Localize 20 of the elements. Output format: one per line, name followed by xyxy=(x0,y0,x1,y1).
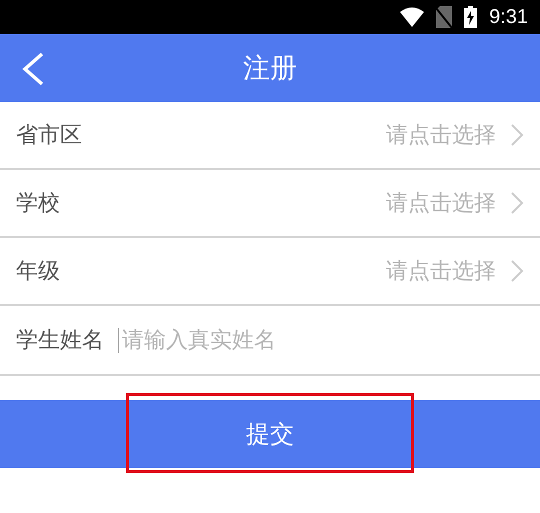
row-label: 省市区 xyxy=(16,122,82,150)
page-title: 注册 xyxy=(243,52,297,86)
row-label: 学校 xyxy=(16,190,60,218)
select-placeholder: 请点击选择 xyxy=(386,122,496,150)
row-label: 年级 xyxy=(16,258,60,286)
select-placeholder: 请点击选择 xyxy=(386,258,496,286)
select-row[interactable]: 省市区 请点击选择 xyxy=(0,102,540,170)
chevron-right-icon xyxy=(510,191,524,215)
status-time: 9:31 xyxy=(489,6,528,28)
battery-charging-icon xyxy=(464,6,478,28)
select-row[interactable]: 学校 请点击选择 xyxy=(0,170,540,238)
no-sim-icon xyxy=(436,6,452,28)
chevron-right-icon xyxy=(510,123,524,147)
name-input[interactable]: 请输入真实姓名 xyxy=(118,328,422,352)
row-label: 学生姓名 xyxy=(16,327,104,355)
select-placeholder: 请点击选择 xyxy=(386,190,496,218)
wifi-icon xyxy=(400,7,424,27)
back-icon[interactable] xyxy=(20,52,46,86)
select-row[interactable]: 年级 请点击选择 xyxy=(0,238,540,306)
chevron-right-icon xyxy=(510,259,524,283)
